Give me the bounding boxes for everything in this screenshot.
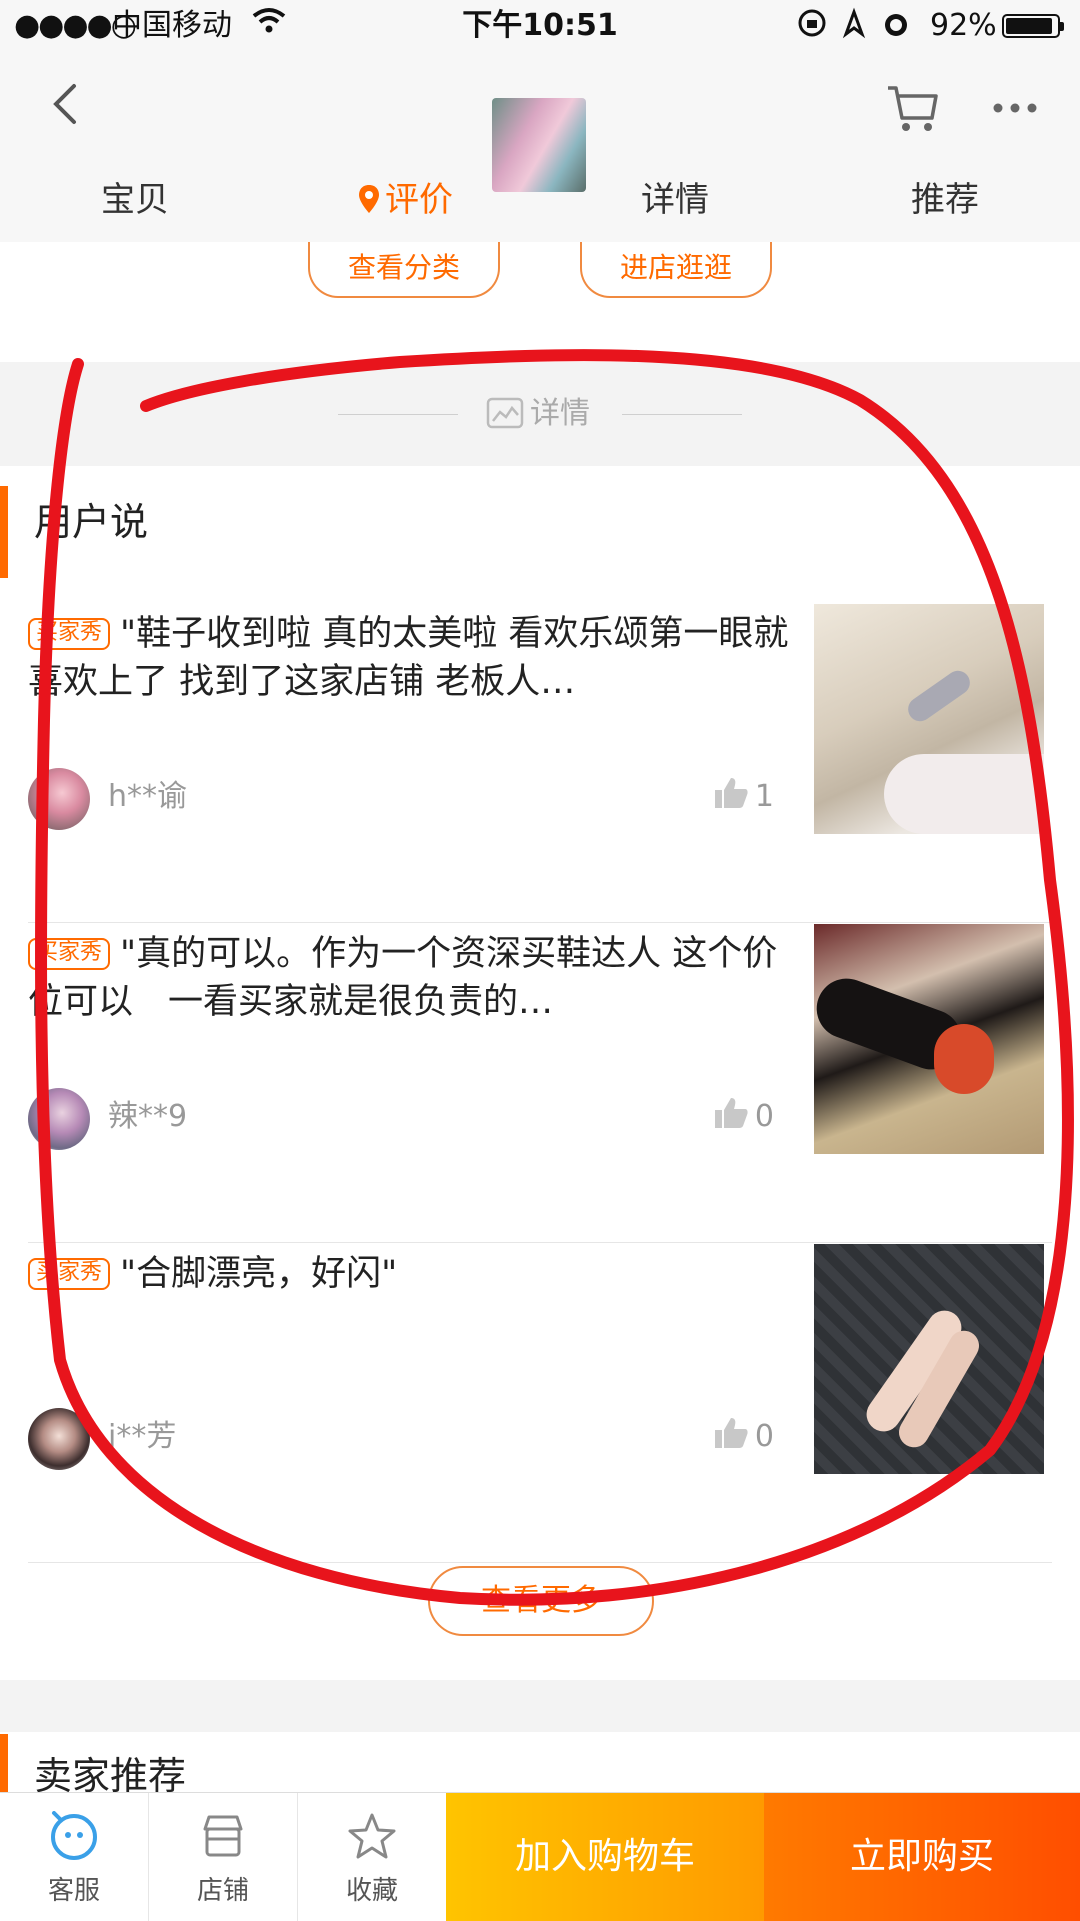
buyer-show-badge: 买家秀 [28,938,111,970]
section-tabs: 宝贝 评价 详情 推荐 [0,170,1080,230]
review-text: 买家秀 "合脚漂亮，好闪" [28,1250,804,1298]
avatar [28,1408,90,1470]
review-content: "鞋子收到啦 真的太美啦 看欢乐颂第一眼就喜欢上了 找到了这家店铺 老板人… [28,614,789,702]
avatar [28,768,90,830]
back-icon[interactable] [46,82,90,126]
tab-label: 评价 [385,180,453,220]
review-photo[interactable] [808,924,1044,1154]
review-item[interactable]: 买家秀 "鞋子收到啦 真的太美啦 看欢乐颂第一眼就喜欢上了 找到了这家店铺 老板人… [28,604,1052,923]
section-accent [0,486,8,578]
divider-line [622,414,742,415]
review-photo[interactable] [814,604,1044,834]
store-button[interactable]: 店铺 [149,1793,298,1921]
avatar [28,1088,90,1150]
customer-service-button[interactable]: 客服 [0,1793,149,1921]
battery-level [1006,18,1052,34]
reviewer-name: j**芳 [108,1419,177,1454]
review-item[interactable]: 买家秀 "真的可以。作为一个资深买鞋达人 这个价位可以 一看买家就是很负责的… 辣… [28,924,1052,1243]
like-button[interactable]: 0 [713,1414,774,1460]
user-reviews-section: 用户说 买家秀 "鞋子收到啦 真的太美啦 看欢乐颂第一眼就喜欢上了 找到了这家店铺… [0,466,1080,1680]
buyer-show-badge: 买家秀 [28,618,111,650]
buyer-show-badge: 买家秀 [28,1258,111,1290]
reviewer-name: 辣**9 [108,1099,188,1134]
battery-percent: 92% [930,8,997,43]
review-item[interactable]: 买家秀 "合脚漂亮，好闪" j**芳 0 [28,1244,1052,1563]
bottom-action-bar: 客服 店铺 收藏 加入购物车 立即购买 [0,1792,1080,1921]
customer-service-icon [51,1811,97,1860]
review-text: 买家秀 "鞋子收到啦 真的太美啦 看欢乐颂第一眼就喜欢上了 找到了这家店铺 老板人… [28,610,804,706]
favorite-button[interactable]: 收藏 [298,1793,447,1921]
visit-store-button[interactable]: 进店逛逛 [580,242,772,298]
like-count: 1 [754,779,774,814]
service-label: 客服 [47,1876,100,1906]
details-text: 详情 [530,396,590,431]
like-button[interactable]: 0 [713,1094,774,1140]
tab-label: 宝贝 [101,180,169,220]
view-categories-button[interactable]: 查看分类 [308,242,500,298]
thumbs-up-icon [714,778,748,808]
view-more-button[interactable]: 查看更多 [428,1566,654,1636]
divider-line [338,414,458,415]
store-icon [203,1815,243,1857]
review-content: "真的可以。作为一个资深买鞋达人 这个价位可以 一看买家就是很负责的… [28,934,778,1022]
product-nav-bar: 宝贝 评价 详情 推荐 [0,52,1080,243]
status-bar: ●●●●○ 中国移动 下午10:51 92% [0,0,1080,52]
section-gap [0,1680,1080,1732]
cart-icon[interactable] [884,80,940,136]
details-label: 详情 [486,392,590,436]
details-divider[interactable]: 详情 [0,362,1080,466]
section-accent [0,1734,8,1792]
location-pin-icon [359,185,379,213]
like-button[interactable]: 1 [713,774,774,820]
review-text: 买家秀 "真的可以。作为一个资深买鞋达人 这个价位可以 一看买家就是很负责的… [28,930,804,1026]
tab-details[interactable]: 详情 [540,170,810,230]
store-label: 店铺 [196,1876,249,1906]
tab-label: 推荐 [911,180,979,220]
section-title: 卖家推荐 [34,1754,187,1792]
add-to-cart-button[interactable]: 加入购物车 [446,1793,764,1921]
more-icon[interactable] [990,80,1040,136]
reviewer-name: h**谕 [108,779,188,814]
buy-now-button[interactable]: 立即购买 [764,1793,1080,1921]
shop-actions: 查看分类 进店逛逛 [0,242,1080,362]
seller-recommend-section: 卖家推荐 [0,1732,1080,1792]
like-count: 0 [754,1099,774,1134]
battery-icon [1002,14,1064,38]
tab-baby[interactable]: 宝贝 [0,170,270,230]
thumbs-up-icon [714,1098,748,1128]
thumbs-up-icon [714,1418,748,1448]
tab-reviews[interactable]: 评价 [270,170,540,230]
section-title: 用户说 [34,500,149,544]
star-icon [348,1813,396,1859]
review-content: "合脚漂亮，好闪" [120,1254,398,1294]
tab-label: 详情 [641,180,709,220]
system-icons [796,6,916,51]
like-count: 0 [754,1419,774,1454]
picture-icon [486,397,524,429]
tab-recommend[interactable]: 推荐 [810,170,1080,230]
clock: 下午10:51 [462,8,618,43]
favorite-label: 收藏 [345,1876,398,1906]
review-photo[interactable] [814,1244,1044,1474]
